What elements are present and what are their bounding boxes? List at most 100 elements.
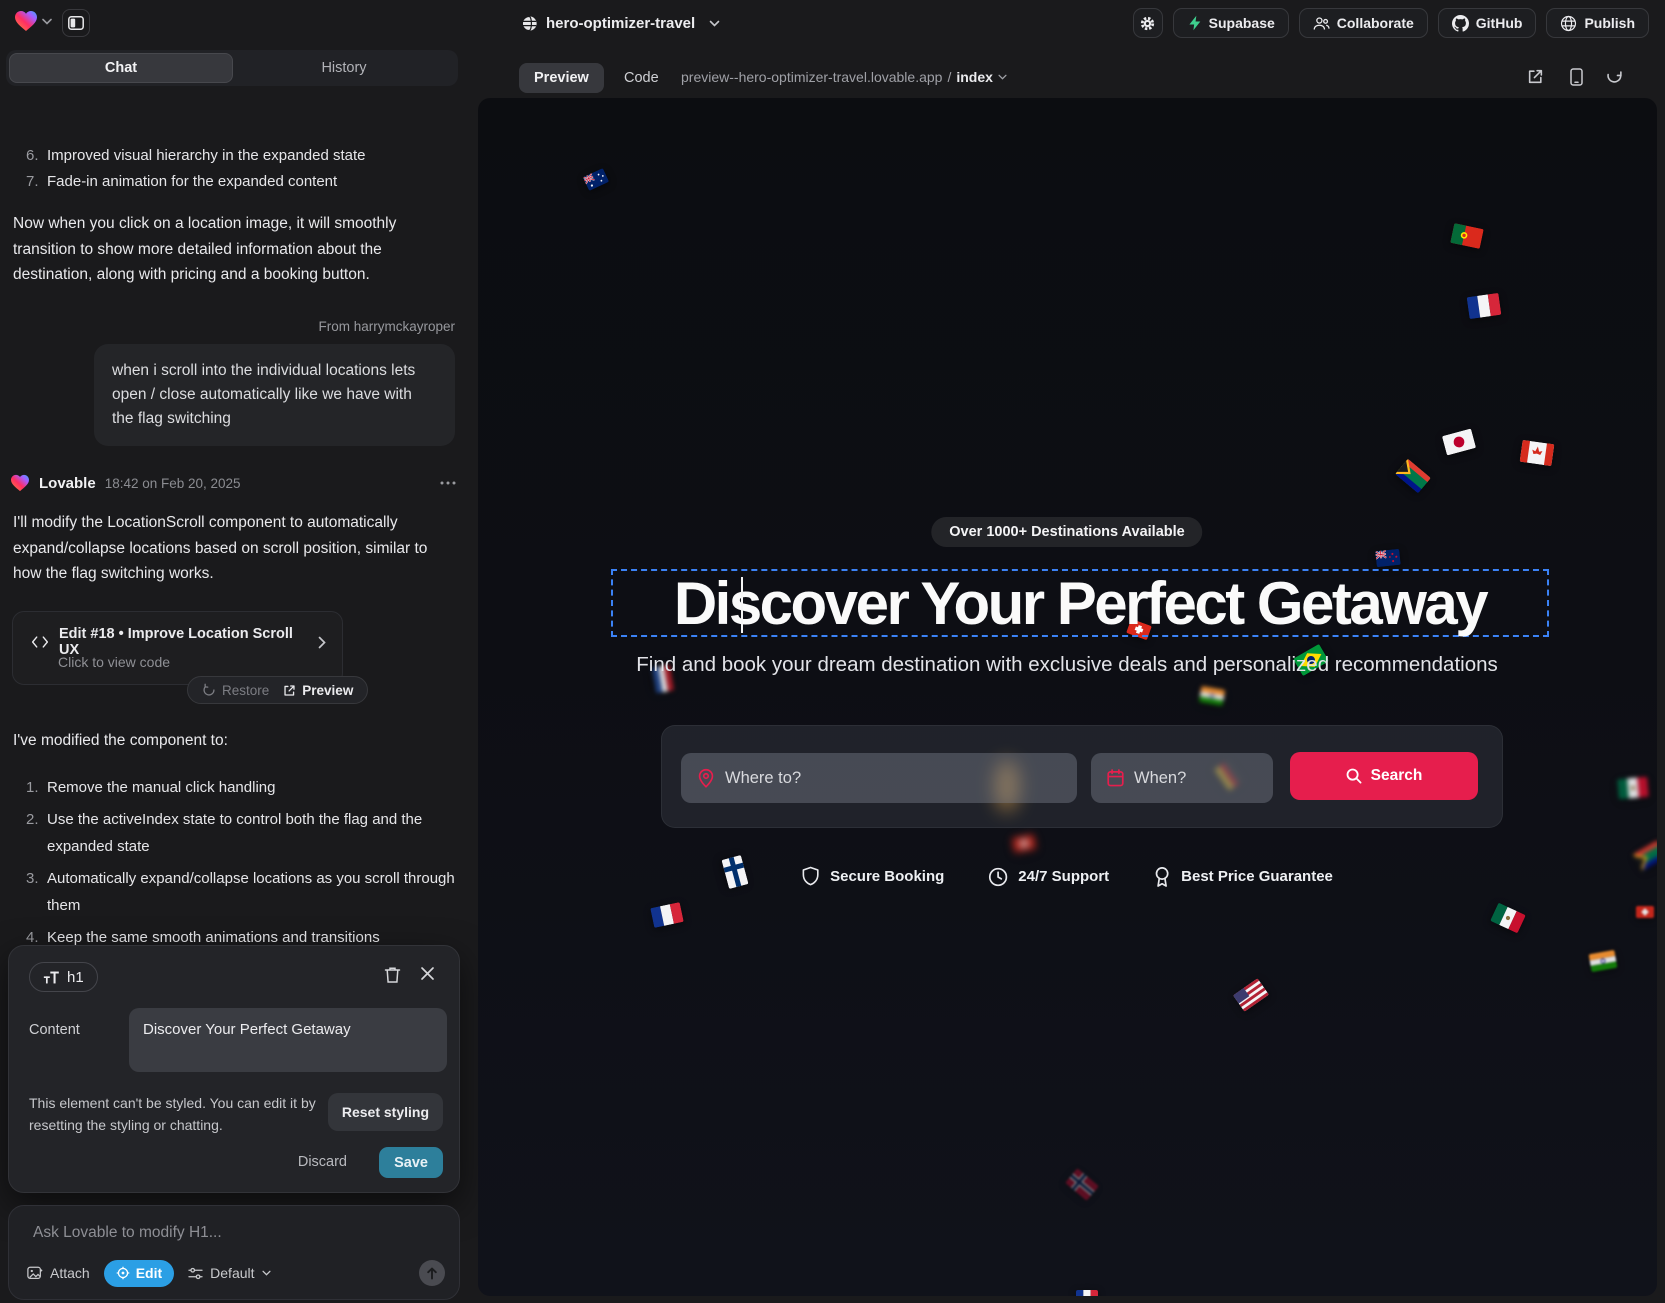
panel-left-icon xyxy=(68,16,84,30)
assistant-paragraph: Now when you click on a location image, … xyxy=(13,211,453,288)
typography-icon xyxy=(43,970,60,985)
from-label: From harrymckayroper xyxy=(318,319,455,334)
settings-button[interactable] xyxy=(1133,8,1163,38)
clock-icon xyxy=(988,867,1008,887)
tab-history[interactable]: History xyxy=(233,53,455,83)
list-item: 3. Automatically expand/collapse locatio… xyxy=(26,865,458,919)
github-button[interactable]: GitHub xyxy=(1438,8,1537,38)
preview-toolbar: Preview Code preview--hero-optimizer-tra… xyxy=(478,57,1657,97)
search-bar: Search xyxy=(661,725,1503,828)
tab-preview[interactable]: Preview xyxy=(519,63,604,93)
text-caret xyxy=(741,577,743,633)
chevron-down-icon xyxy=(42,18,52,25)
features-row: Secure Booking 24/7 Support Best Price G… xyxy=(801,866,1333,887)
lovable-logo-menu[interactable] xyxy=(14,10,52,32)
chevron-down-icon xyxy=(709,20,720,27)
project-selector[interactable]: hero-optimizer-travel xyxy=(521,9,720,37)
assistant-message-header: Lovable 18:42 on Feb 20, 2025 xyxy=(10,474,462,492)
url-host: preview--hero-optimizer-travel.lovable.a… xyxy=(681,69,942,85)
globe-icon xyxy=(521,15,538,32)
target-icon xyxy=(116,1266,130,1280)
list-item: 7. Fade-in animation for the expanded co… xyxy=(26,169,458,195)
discard-button[interactable]: Discard xyxy=(298,1154,347,1170)
content-textarea[interactable]: Discover Your Perfect Getaway xyxy=(129,1008,447,1072)
list-item: 1. Remove the manual click handling xyxy=(26,774,458,801)
where-field[interactable] xyxy=(681,753,1077,803)
url-path: index xyxy=(956,69,993,85)
search-button[interactable]: Search xyxy=(1290,752,1478,800)
tab-code[interactable]: Code xyxy=(609,63,674,93)
supabase-button[interactable]: Supabase xyxy=(1173,8,1289,38)
assistant-paragraph: I've modified the component to: xyxy=(13,728,453,754)
element-tag-chip[interactable]: h1 xyxy=(29,962,98,992)
attach-button[interactable]: Attach xyxy=(27,1265,90,1281)
element-tag: h1 xyxy=(67,969,84,986)
hero-title: Discover Your Perfect Getaway xyxy=(674,569,1486,638)
tab-chat[interactable]: Chat xyxy=(9,53,233,83)
edit-version-card[interactable]: Edit #18 • Improve Location Scroll UX Cl… xyxy=(12,611,343,685)
calendar-icon xyxy=(1107,769,1124,787)
chat-input[interactable] xyxy=(33,1224,413,1242)
people-icon xyxy=(1313,16,1330,31)
search-icon xyxy=(1346,768,1362,784)
send-button[interactable] xyxy=(419,1260,445,1286)
selected-h1-element[interactable]: Discover Your Perfect Getaway xyxy=(611,569,1549,637)
element-editor-panel: h1 Content Discover Your Perfect Getaway… xyxy=(8,945,460,1193)
gear-icon xyxy=(1139,15,1156,32)
award-icon xyxy=(1153,866,1171,887)
lovable-heart-icon xyxy=(10,474,30,492)
restore-icon xyxy=(202,683,216,697)
assistant-name: Lovable xyxy=(39,475,96,492)
chevron-down-icon xyxy=(262,1270,271,1276)
sliders-icon xyxy=(188,1267,203,1280)
when-field[interactable] xyxy=(1091,753,1273,803)
chat-sidebar: Chat History 6. Improved visual hierarch… xyxy=(0,46,472,1303)
code-icon xyxy=(31,635,49,649)
save-button[interactable]: Save xyxy=(379,1147,443,1178)
lovable-heart-icon xyxy=(14,10,38,32)
publish-button[interactable]: Publish xyxy=(1546,8,1649,38)
preview-url[interactable]: preview--hero-optimizer-travel.lovable.a… xyxy=(681,69,1007,85)
location-pin-icon xyxy=(697,768,715,788)
message-timestamp: 18:42 on Feb 20, 2025 xyxy=(105,476,241,491)
list-item: 2. Use the activeIndex state to control … xyxy=(26,806,458,860)
shield-icon xyxy=(801,866,820,887)
edit-mode-pill[interactable]: Edit xyxy=(104,1260,174,1287)
collaborate-button[interactable]: Collaborate xyxy=(1299,8,1428,38)
reset-styling-button[interactable]: Reset styling xyxy=(328,1093,443,1131)
model-selector[interactable]: Default xyxy=(188,1265,270,1281)
arrow-up-icon xyxy=(426,1267,438,1280)
preview-version-button[interactable]: Preview xyxy=(283,683,353,698)
publish-globe-icon xyxy=(1560,15,1577,32)
list-item: 6. Improved visual hierarchy in the expa… xyxy=(26,143,458,169)
project-name: hero-optimizer-travel xyxy=(546,15,695,32)
top-bar: hero-optimizer-travel Supabase xyxy=(0,0,1665,46)
lovable-app: hero-optimizer-travel Supabase xyxy=(0,0,1665,1303)
chevron-right-icon xyxy=(318,636,326,649)
preview-viewport[interactable]: Over 1000+ Destinations Available Discov… xyxy=(478,98,1657,1296)
edit-card-subtitle: Click to view code xyxy=(58,654,170,670)
mobile-view-button[interactable] xyxy=(1570,68,1583,86)
refresh-button[interactable] xyxy=(1606,68,1623,85)
content-label: Content xyxy=(29,1022,80,1038)
image-icon xyxy=(27,1266,43,1281)
open-external-button[interactable] xyxy=(1527,68,1544,85)
more-options-icon[interactable] xyxy=(440,481,456,485)
github-icon xyxy=(1452,15,1469,32)
chevron-down-icon xyxy=(998,74,1007,80)
when-input[interactable] xyxy=(1134,769,1257,788)
sidebar-toggle-button[interactable] xyxy=(62,9,90,37)
restore-button[interactable]: Restore xyxy=(202,683,269,698)
assistant-paragraph: I'll modify the LocationScroll component… xyxy=(13,510,453,587)
styling-note: This element can't be styled. You can ed… xyxy=(29,1092,329,1136)
supabase-bolt-icon xyxy=(1187,15,1202,31)
trash-icon[interactable] xyxy=(384,966,401,984)
where-input[interactable] xyxy=(725,769,1061,788)
sidebar-tabs: Chat History xyxy=(6,50,458,86)
close-icon[interactable] xyxy=(420,966,435,981)
feature-secure-booking: Secure Booking xyxy=(801,866,944,887)
hero-section: Over 1000+ Destinations Available Discov… xyxy=(478,98,1657,1296)
feature-support: 24/7 Support xyxy=(988,866,1109,887)
user-message-bubble: when i scroll into the individual locati… xyxy=(94,344,455,446)
topbar-actions: Supabase Collaborate GitHub Publish xyxy=(1133,8,1649,38)
